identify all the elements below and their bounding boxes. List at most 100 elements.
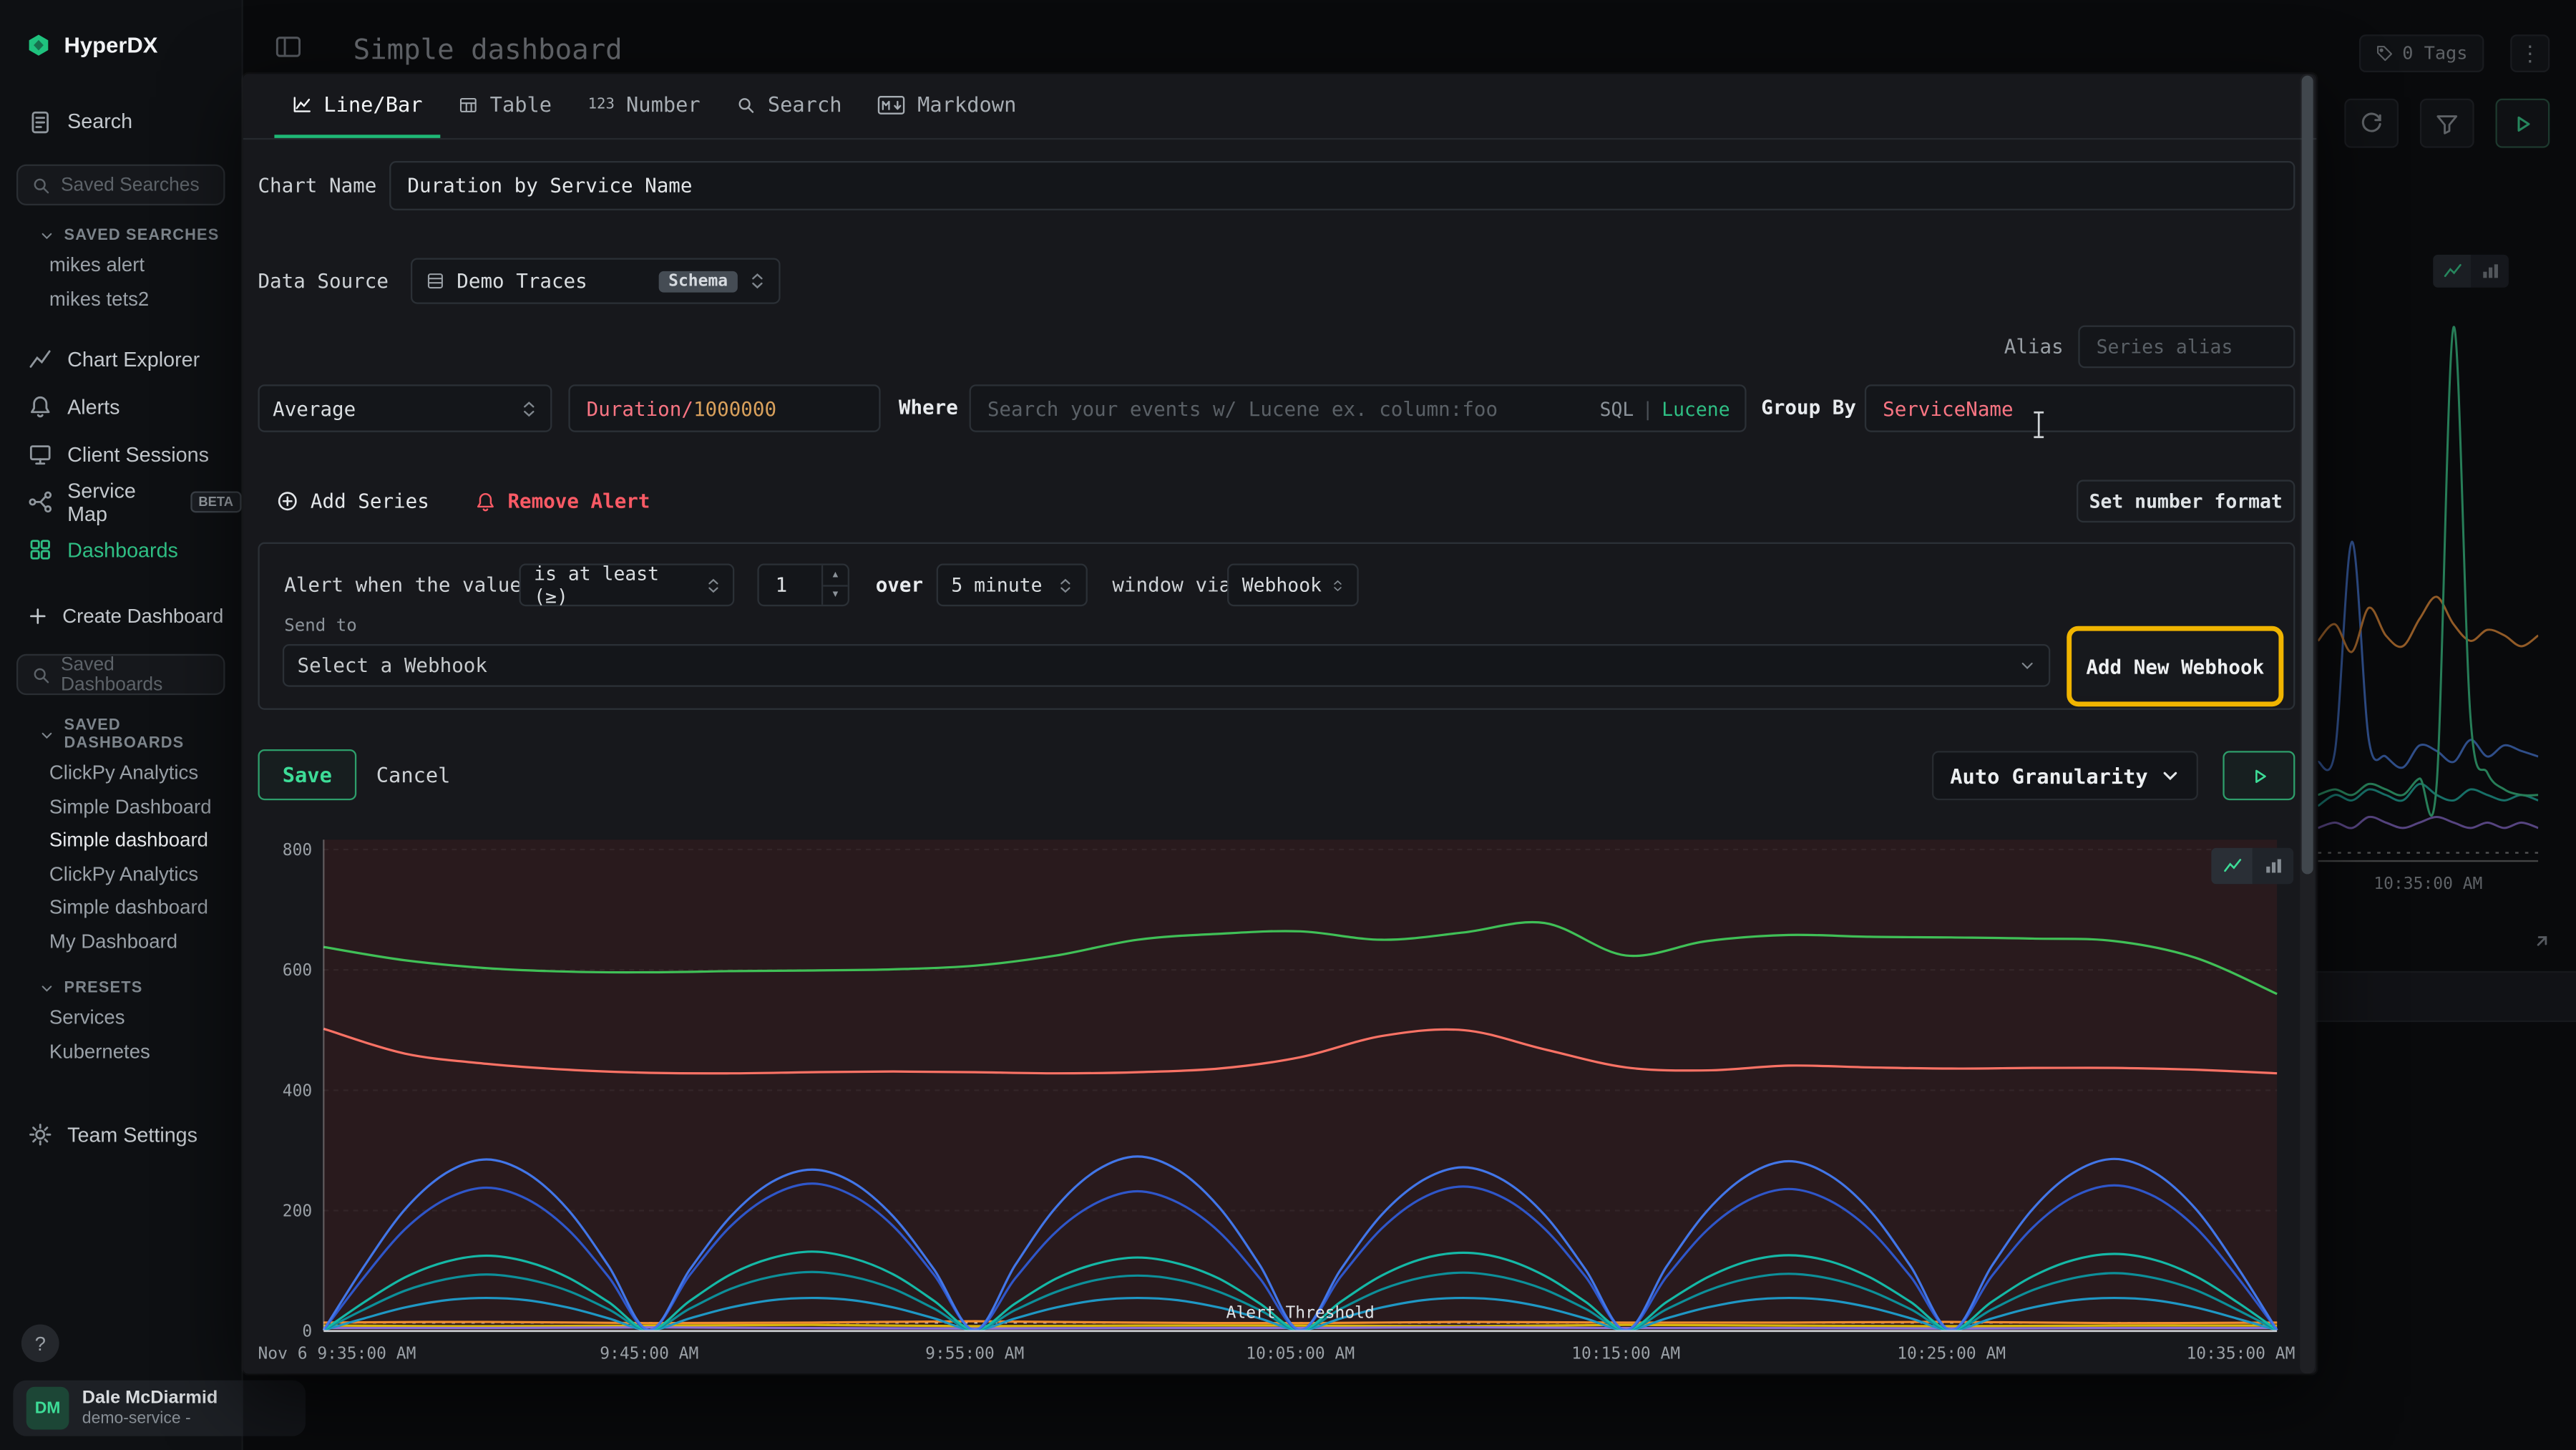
where-search-wrap: SQL | Lucene — [970, 384, 1747, 432]
cancel-button[interactable]: Cancel — [376, 749, 451, 800]
alert-condition-select[interactable]: is at least (≥) — [519, 564, 735, 607]
database-icon — [426, 271, 446, 291]
svg-text:600: 600 — [283, 961, 312, 980]
search-icon — [31, 665, 52, 685]
remove-alert-button[interactable]: Remove Alert — [475, 480, 650, 522]
add-new-webhook-button[interactable]: Add New Webhook — [2077, 636, 2274, 697]
saved-search-item[interactable]: mikes tets2 — [0, 282, 242, 316]
tutorial-highlight-box: Add New Webhook — [2067, 626, 2283, 707]
chart-type-toggle — [2211, 848, 2293, 885]
tab-label: Markdown — [917, 92, 1016, 117]
lucene-option[interactable]: Lucene — [1662, 396, 1729, 419]
svg-text:Alert Threshold: Alert Threshold — [1226, 1303, 1375, 1322]
stepper-up-icon[interactable]: ▲ — [823, 565, 847, 586]
field-expression-input[interactable]: Duration/1000000 — [568, 384, 880, 432]
modal-scrollbar-thumb[interactable] — [2302, 76, 2313, 875]
grid-icon — [28, 537, 52, 562]
tab-label: Search — [768, 92, 842, 117]
chart-name-input[interactable] — [389, 161, 2295, 210]
presets-header[interactable]: PRESETS — [39, 979, 241, 997]
add-series-button[interactable]: Add Series — [276, 480, 429, 522]
dashboard-list-item[interactable]: Simple Dashboard — [0, 789, 242, 823]
dashboard-list-item[interactable]: ClickPy Analytics — [0, 857, 242, 890]
number-123-icon: 123 — [588, 96, 615, 112]
aggregation-select[interactable]: Average — [258, 384, 552, 432]
saved-search-item[interactable]: mikes alert — [0, 248, 242, 282]
dashboard-list-item-active[interactable]: Simple dashboard — [0, 823, 242, 857]
alert-config-panel: Alert when the value is at least (≥) 1 ▲… — [258, 542, 2295, 710]
svg-text:10:35:00 AM: 10:35:00 AM — [2186, 1345, 2295, 1363]
alert-channel-select[interactable]: Webhook — [1227, 564, 1359, 607]
sidebar-item-label: Team Settings — [67, 1123, 197, 1146]
saved-dashboards-input[interactable]: Saved Dashboards — [16, 654, 225, 695]
line-chart-toggle[interactable] — [2211, 848, 2252, 885]
logo-text: HyperDX — [64, 33, 158, 57]
dashboard-list-item[interactable]: Simple dashboard — [0, 890, 242, 924]
create-dashboard-button[interactable]: Create Dashboard — [0, 596, 242, 636]
sidebar-item-chart-explorer[interactable]: Chart Explorer — [0, 335, 242, 383]
preset-item[interactable]: Kubernetes — [0, 1034, 242, 1068]
logo[interactable]: HyperDX — [26, 33, 242, 57]
select-chevrons-icon — [706, 576, 719, 594]
select-chevrons-icon — [1058, 576, 1073, 594]
number-stepper: ▲ ▼ — [821, 565, 848, 605]
preset-item[interactable]: Services — [0, 1001, 242, 1034]
save-button[interactable]: Save — [258, 749, 356, 800]
window-value: 5 minute — [951, 573, 1046, 596]
sidebar-item-search[interactable]: Search — [0, 100, 242, 143]
expression-denominator: 1000000 — [693, 396, 776, 419]
bell-icon — [28, 394, 52, 419]
webhook-select-value: Select a Webhook — [298, 654, 2008, 677]
svg-text:9:55:00 AM: 9:55:00 AM — [925, 1345, 1024, 1363]
stepper-down-icon[interactable]: ▼ — [823, 585, 847, 604]
chart-line-icon — [28, 346, 52, 371]
group-by-input[interactable] — [1865, 384, 2296, 432]
alert-threshold-input[interactable]: 1 ▲ ▼ — [757, 564, 849, 607]
sidebar-item-client-sessions[interactable]: Client Sessions — [0, 431, 242, 479]
help-button[interactable]: ? — [21, 1325, 59, 1363]
tab-line-bar[interactable]: Line/Bar — [274, 74, 440, 138]
sql-option[interactable]: SQL — [1600, 396, 1634, 419]
saved-searches-header[interactable]: SAVED SEARCHES — [39, 227, 241, 245]
series-alias-input[interactable] — [2078, 326, 2295, 369]
send-to-label: Send to — [284, 616, 357, 636]
tab-table[interactable]: Table — [441, 74, 570, 138]
query-language-toggle[interactable]: SQL | Lucene — [1600, 384, 1730, 432]
saved-searches-input[interactable]: Saved Searches — [16, 165, 225, 205]
tab-number[interactable]: 123 Number — [570, 74, 718, 138]
create-dashboard-label: Create Dashboard — [62, 605, 223, 628]
set-number-format-button[interactable]: Set number format — [2077, 480, 2295, 522]
sidebar-item-label: Chart Explorer — [67, 348, 200, 371]
webhook-select[interactable]: Select a Webhook — [283, 644, 2050, 687]
preview-plot: 0200400600800Alert ThresholdNov 6 9:35:0… — [258, 829, 2295, 1373]
dashboard-list-item[interactable]: My Dashboard — [0, 924, 242, 958]
section-label: SAVED DASHBOARDS — [64, 716, 242, 753]
add-series-label: Add Series — [311, 490, 429, 512]
sidebar-item-service-map[interactable]: Service Map BETA — [0, 478, 242, 526]
where-label: Where — [899, 384, 958, 432]
chart-type-tabs: Line/Bar Table 123 Number Search Markdow… — [243, 74, 2316, 140]
select-chevrons-icon — [1333, 576, 1344, 594]
svg-text:400: 400 — [283, 1081, 312, 1100]
dashboard-list-item[interactable]: ClickPy Analytics — [0, 756, 242, 789]
data-source-select[interactable]: Demo Traces Schema — [411, 258, 781, 303]
circle-plus-icon — [276, 490, 299, 512]
sidebar-item-alerts[interactable]: Alerts — [0, 383, 242, 431]
sidebar-item-label: Search — [67, 110, 132, 133]
document-icon — [28, 110, 52, 134]
run-chart-button[interactable] — [2223, 751, 2295, 800]
tab-search[interactable]: Search — [718, 74, 860, 138]
sidebar-item-label: Service Map — [67, 479, 175, 525]
data-source-value: Demo Traces — [457, 270, 647, 293]
window-via-label: window via — [1112, 564, 1231, 607]
monitor-icon — [28, 442, 52, 467]
tab-markdown[interactable]: Markdown — [860, 74, 1035, 138]
sidebar-item-team-settings[interactable]: Team Settings — [0, 1111, 242, 1159]
saved-dashboards-header[interactable]: SAVED DASHBOARDS — [39, 716, 241, 753]
sidebar-item-dashboards[interactable]: Dashboards — [0, 526, 242, 574]
chevron-down-icon — [39, 727, 54, 742]
alert-window-select[interactable]: 5 minute — [937, 564, 1088, 607]
bar-chart-toggle[interactable] — [2253, 848, 2293, 885]
saved-searches-placeholder: Saved Searches — [61, 175, 200, 195]
granularity-select[interactable]: Auto Granularity — [1932, 751, 2198, 800]
